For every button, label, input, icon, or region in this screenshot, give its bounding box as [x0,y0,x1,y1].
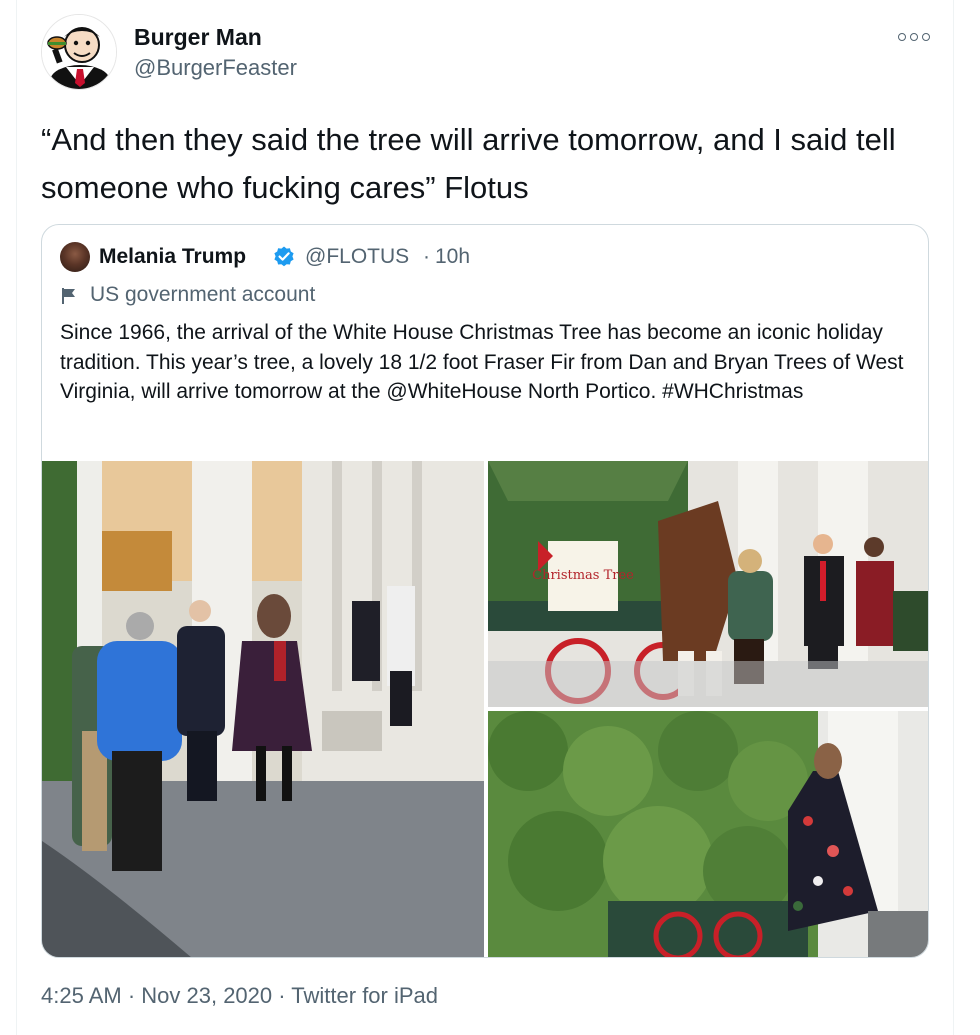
tweet-text: “And then they said the tree will arrive… [41,122,896,205]
quoted-time: 10h [435,245,471,268]
tweet-photo-1[interactable] [42,461,484,957]
separator-dot: · [423,245,430,268]
quoted-author-handle: @FLOTUS [305,245,410,268]
tweet-timestamp[interactable]: 4:25 AM · Nov 23, 2020 · Twitter for iPa… [41,983,438,1009]
verified-icon [274,246,294,267]
tweet-photo-2[interactable]: Christmas Tree [488,461,928,707]
quoted-author-name: Melania Trump [99,245,247,268]
quoted-tweet-text: Since 1966, the arrival of the White Hou… [60,321,904,403]
quoted-tweet-card[interactable]: Melania Trump @FLOTUS · 10h US governmen… [41,224,929,958]
more-icon[interactable] [898,27,930,47]
author-handle[interactable]: @BurgerFeaster [134,55,297,81]
author-avatar[interactable] [41,14,117,90]
quoted-author-avatar[interactable] [60,242,90,272]
tweet-photo-3[interactable] [488,711,928,957]
wagon-sign-text: Christmas Tree [532,568,634,583]
government-account-label: US government account [90,283,316,306]
flag-icon [62,288,75,304]
author-name[interactable]: Burger Man [134,24,262,51]
